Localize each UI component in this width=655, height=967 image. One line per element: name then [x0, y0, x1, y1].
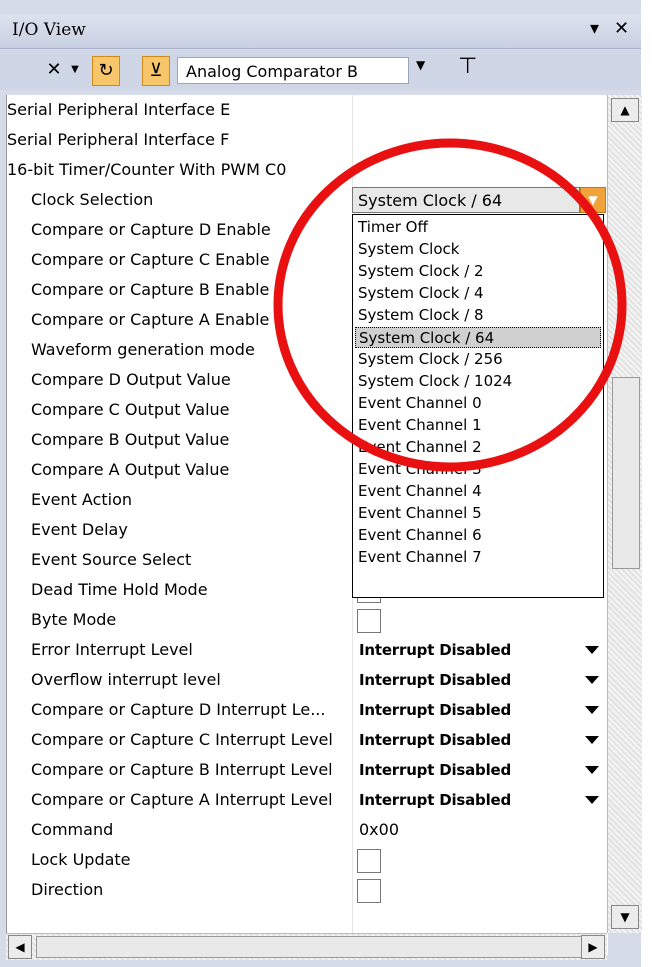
row-label: Error Interrupt Level: [31, 640, 193, 659]
dropdown-arrow-icon[interactable]: [585, 796, 599, 804]
dropdown-arrow-icon[interactable]: [585, 676, 599, 684]
dropdown-arrow-icon[interactable]: [585, 766, 599, 774]
row-value[interactable]: Interrupt Disabled: [359, 755, 511, 785]
grid-row[interactable]: Compare or Capture B Interrupt Level Inte…: [7, 755, 608, 785]
row-label: 16-bit Timer/Counter With PWM C0: [7, 160, 287, 179]
pin-icon[interactable]: ⊤: [458, 54, 477, 79]
row-label: Serial Peripheral Interface F: [7, 130, 230, 149]
dropdown-option[interactable]: Event Channel 3: [355, 459, 601, 480]
close-icon[interactable]: ✕: [614, 18, 629, 39]
dropdown-option[interactable]: Timer Off: [355, 217, 601, 238]
row-label: Lock Update: [31, 850, 131, 869]
module-select[interactable]: Analog Comparator B: [177, 57, 409, 84]
refresh-icon[interactable]: ↻: [92, 56, 120, 86]
dropdown-arrow-icon[interactable]: [585, 736, 599, 744]
scroll-right-icon[interactable]: ▶: [581, 935, 605, 959]
grid-row[interactable]: Overflow interrupt level Interrupt Disabl…: [7, 665, 608, 695]
row-label: Clock Selection: [31, 190, 154, 209]
dropdown-option[interactable]: System Clock / 256: [355, 349, 601, 370]
grid-row[interactable]: Direction: [7, 875, 608, 905]
direction-checkbox[interactable]: [357, 879, 381, 903]
panel-title: I/O View: [12, 20, 86, 40]
row-label: Event Source Select: [31, 550, 192, 569]
row-label: Compare or Capture C Enable: [31, 250, 270, 269]
dropdown-option[interactable]: Event Channel 0: [355, 393, 601, 414]
row-label: Compare or Capture A Enable: [31, 310, 270, 329]
scroll-down-icon[interactable]: ▼: [611, 905, 639, 929]
scrollbar-thumb[interactable]: [612, 377, 640, 569]
row-label: Compare B Output Value: [31, 430, 230, 449]
clock-selection-combo[interactable]: System Clock / 64: [352, 187, 580, 213]
row-label: Command: [31, 820, 114, 839]
dropdown-option[interactable]: Event Channel 7: [355, 547, 601, 568]
row-value[interactable]: Interrupt Disabled: [359, 695, 511, 725]
scroll-up-icon[interactable]: ▲: [611, 98, 639, 122]
lock-update-checkbox[interactable]: [357, 849, 381, 873]
dropdown-option[interactable]: Event Channel 6: [355, 525, 601, 546]
row-label: Waveform generation mode: [31, 340, 255, 359]
clock-selection-dropdown: Timer Off System Clock System Clock / 2 …: [352, 214, 604, 598]
row-label: Serial Peripheral Interface E: [7, 100, 231, 119]
grid-row[interactable]: Serial Peripheral Interface F: [7, 125, 608, 155]
title-bar: I/O View ▾ ✕: [0, 14, 641, 49]
dropdown-option-selected[interactable]: System Clock / 64: [355, 327, 601, 348]
dropdown-option[interactable]: System Clock / 2: [355, 261, 601, 282]
grid-row[interactable]: Command 0x00: [7, 815, 608, 845]
download-icon[interactable]: ⊻: [142, 56, 170, 86]
dropdown-arrow-icon[interactable]: [585, 706, 599, 714]
grid-row[interactable]: Compare or Capture D Interrupt Le... Inte…: [7, 695, 608, 725]
byte-mode-checkbox[interactable]: [357, 609, 381, 633]
dropdown-option[interactable]: Event Channel 2: [355, 437, 601, 458]
scrollbar-thumb[interactable]: [36, 936, 586, 958]
dropdown-arrow-icon[interactable]: [585, 646, 599, 654]
row-label: Compare A Output Value: [31, 460, 230, 479]
row-value[interactable]: Interrupt Disabled: [359, 725, 511, 755]
row-label: Compare or Capture B Interrupt Level: [31, 760, 333, 779]
row-label: Direction: [31, 880, 104, 899]
delete-icon[interactable]: ✕: [44, 56, 64, 84]
row-value[interactable]: Interrupt Disabled: [359, 635, 511, 665]
dropdown-option[interactable]: System Clock / 8: [355, 305, 601, 326]
dropdown-option[interactable]: System Clock / 4: [355, 283, 601, 304]
row-value[interactable]: Interrupt Disabled: [359, 785, 511, 815]
dropdown-option[interactable]: System Clock / 1024: [355, 371, 601, 392]
row-label: Byte Mode: [31, 610, 117, 629]
chevron-down-icon[interactable]: ▼: [416, 58, 425, 72]
row-label: Event Delay: [31, 520, 128, 539]
chevron-down-icon[interactable]: ▼: [68, 56, 82, 84]
chevron-down-icon[interactable]: ▼: [580, 187, 606, 213]
dropdown-option[interactable]: Event Channel 5: [355, 503, 601, 524]
grid-row[interactable]: Compare or Capture C Interrupt Level Inte…: [7, 725, 608, 755]
scroll-left-icon[interactable]: ◀: [8, 935, 32, 959]
row-label: Compare or Capture D Interrupt Le...: [31, 700, 326, 719]
io-view-panel: I/O View ▾ ✕ ✕ ▼ ↻ ⊻ Analog Comparator B…: [0, 0, 642, 967]
row-label: Compare or Capture A Interrupt Level: [31, 790, 333, 809]
horizontal-scrollbar[interactable]: ◀ ▶: [6, 933, 607, 960]
row-value[interactable]: 0x00: [359, 815, 399, 845]
row-label: Dead Time Hold Mode: [31, 580, 208, 599]
grid-row[interactable]: Lock Update: [7, 845, 608, 875]
row-label: Compare or Capture C Interrupt Level: [31, 730, 333, 749]
row-value[interactable]: Interrupt Disabled: [359, 665, 511, 695]
grid-row[interactable]: 16-bit Timer/Counter With PWM C0: [7, 155, 608, 185]
vertical-scrollbar[interactable]: ▲ ▼: [607, 95, 642, 933]
dropdown-option[interactable]: Event Channel 1: [355, 415, 601, 436]
grid-row[interactable]: Byte Mode: [7, 605, 608, 635]
grid-row[interactable]: Serial Peripheral Interface E: [7, 95, 608, 125]
grid-row[interactable]: Compare or Capture A Interrupt Level Inte…: [7, 785, 608, 815]
panel-menu-icon[interactable]: ▾: [590, 18, 599, 39]
row-label: Compare or Capture B Enable: [31, 280, 270, 299]
row-label: Overflow interrupt level: [31, 670, 221, 689]
row-label: Compare or Capture D Enable: [31, 220, 271, 239]
row-label: Event Action: [31, 490, 133, 509]
row-label: Compare D Output Value: [31, 370, 231, 389]
dropdown-option[interactable]: System Clock: [355, 239, 601, 260]
grid-row[interactable]: Error Interrupt Level Interrupt Disabled: [7, 635, 608, 665]
row-label: Compare C Output Value: [31, 400, 230, 419]
dropdown-option[interactable]: Event Channel 4: [355, 481, 601, 502]
